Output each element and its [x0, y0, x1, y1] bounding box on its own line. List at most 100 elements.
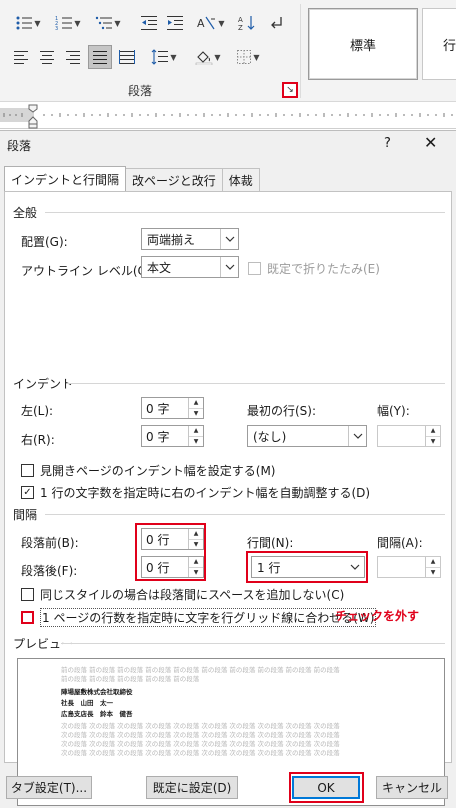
- outline-level-select[interactable]: 本文: [141, 256, 239, 278]
- preview-prev-para-2: 前の段落 前の段落 前の段落 前の段落 前の段落: [61, 675, 200, 683]
- style-normal[interactable]: 標準: [308, 8, 418, 80]
- align-center-button[interactable]: [36, 46, 58, 68]
- line-spacing-label: 行間(N):: [247, 536, 294, 550]
- preview-sample-3: 広島支店長 鈴本 健吾: [61, 710, 133, 718]
- outline-level-value: 本文: [147, 260, 172, 275]
- cancel-button[interactable]: キャンセル: [376, 776, 448, 799]
- spinner-buttons[interactable]: ▲ ▼: [425, 426, 440, 446]
- align-right-button[interactable]: [62, 46, 84, 68]
- checkbox-box: [21, 464, 34, 477]
- preview-divider: [61, 643, 445, 644]
- multilevel-list-button[interactable]: ▼: [90, 12, 126, 34]
- preview-next-para-3: 次の段落 次の段落 次の段落 次の段落 次の段落 次の段落 次の段落 次の段落 …: [61, 740, 340, 748]
- asian-layout-icon: A: [197, 16, 216, 30]
- distributed-button[interactable]: [116, 46, 138, 68]
- tab-line-page-breaks[interactable]: 改ページと改行: [125, 168, 223, 191]
- indent-left-spinner[interactable]: 0 字 ▲ ▼: [141, 397, 204, 419]
- justify-button[interactable]: [88, 45, 112, 69]
- spinner-buttons[interactable]: ▲ ▼: [188, 426, 203, 446]
- align-left-icon: [14, 51, 28, 64]
- decrease-indent-button[interactable]: [138, 12, 160, 34]
- spacing-divider: [45, 514, 445, 515]
- sort-icon: AZ: [238, 16, 255, 31]
- spin-down-icon[interactable]: ▼: [426, 568, 440, 578]
- alignment-select[interactable]: 両端揃え: [141, 228, 239, 250]
- spacing-at-spinner[interactable]: ▲ ▼: [377, 556, 441, 578]
- spinner-buttons[interactable]: ▲ ▼: [425, 557, 440, 577]
- spin-up-icon[interactable]: ▲: [426, 557, 440, 568]
- numbering-button[interactable]: 1 2 3 ▼: [50, 12, 86, 34]
- tab-panel: 全般 配置(G): 両端揃え アウトライン レベル(O): 本文 既定で折りたた…: [4, 191, 452, 806]
- alignment-label: 配置(G):: [21, 235, 68, 249]
- spin-down-icon[interactable]: ▼: [189, 409, 203, 419]
- align-center-icon: [40, 51, 54, 64]
- checkbox-box: [248, 262, 261, 275]
- first-line-value: (なし): [253, 429, 287, 444]
- general-divider: [45, 212, 445, 213]
- spacing-highlight-frame: [135, 523, 206, 581]
- indent-width-spinner[interactable]: ▲ ▼: [377, 425, 441, 447]
- preview-next-para-4: 次の段落 次の段落 次の段落 次の段落 次の段落 次の段落 次の段落 次の段落 …: [61, 749, 340, 757]
- svg-text:Z: Z: [238, 24, 243, 31]
- chevron-down-icon: [220, 257, 238, 277]
- outline-level-label: アウトライン レベル(O):: [21, 264, 156, 278]
- close-button[interactable]: ✕: [424, 133, 437, 152]
- help-button[interactable]: ?: [384, 136, 391, 151]
- borders-button[interactable]: ▼: [230, 46, 266, 68]
- enter-mark-icon: [271, 17, 282, 29]
- snap-to-grid-checkbox[interactable]: 1 ページの行数を指定時に文字を行グリッド線に合わせる(W): [21, 608, 377, 627]
- justify-icon: [93, 51, 107, 64]
- asian-layout-button[interactable]: A ▼: [194, 12, 228, 34]
- ribbon-separator: [300, 4, 301, 98]
- preview-sample-2: 社長 山田 太一: [61, 699, 113, 707]
- increase-indent-button[interactable]: [164, 12, 186, 34]
- svg-text:3: 3: [55, 26, 58, 31]
- indent-right-spinner[interactable]: 0 字 ▲ ▼: [141, 425, 204, 447]
- spin-up-icon[interactable]: ▲: [189, 398, 203, 409]
- tab-asian-typography[interactable]: 体裁: [221, 168, 260, 191]
- tab-indents-spacing[interactable]: インデントと行間隔: [4, 166, 127, 191]
- indent-right-value: 0 字: [146, 429, 170, 444]
- style-next[interactable]: 行: [422, 8, 456, 80]
- auto-adjust-indent-checkbox[interactable]: ✓ 1 行の文字数を指定時に右のインデント幅を自動調整する(D): [21, 484, 370, 501]
- spin-up-icon[interactable]: ▲: [426, 426, 440, 437]
- bullets-icon: [16, 16, 33, 30]
- mirror-indents-label: 見開きページのインデント幅を設定する(M): [40, 464, 276, 478]
- shading-button[interactable]: ▼: [190, 46, 226, 68]
- preview-sample-1: 陣場屋敷株式会社取締役: [61, 688, 133, 696]
- spin-down-icon[interactable]: ▼: [189, 437, 203, 447]
- first-line-select[interactable]: (なし): [247, 425, 367, 447]
- collapsed-by-default-checkbox[interactable]: 既定で折りたたみ(E): [248, 260, 380, 277]
- indent-right-label: 右(R):: [21, 433, 55, 447]
- spinner-buttons[interactable]: ▲ ▼: [188, 398, 203, 418]
- set-as-default-button[interactable]: 既定に設定(D): [146, 776, 238, 799]
- checkbox-box: [21, 611, 34, 624]
- space-after-label: 段落後(F):: [21, 564, 78, 578]
- mirror-indents-checkbox[interactable]: 見開きページのインデント幅を設定する(M): [21, 462, 275, 479]
- svg-text:A: A: [238, 16, 243, 24]
- preview-next-para-2: 次の段落 次の段落 次の段落 次の段落 次の段落 次の段落 次の段落 次の段落 …: [61, 731, 340, 739]
- sort-button[interactable]: AZ: [236, 12, 258, 34]
- dialog-launcher-icon[interactable]: ↘: [282, 82, 298, 98]
- no-space-same-style-checkbox[interactable]: 同じスタイルの場合は段落間にスペースを追加しない(C): [21, 586, 344, 603]
- indent-left-value: 0 字: [146, 401, 170, 416]
- align-left-button[interactable]: [10, 46, 32, 68]
- tab-strip: インデントと行間隔 改ページと改行 体裁: [4, 166, 260, 191]
- spin-down-icon[interactable]: ▼: [426, 437, 440, 447]
- line-spacing-highlight-frame: [246, 551, 368, 583]
- ok-highlight-frame: [289, 772, 364, 803]
- bullets-button[interactable]: ▼: [10, 12, 46, 34]
- show-formatting-button[interactable]: [264, 12, 288, 34]
- general-section-label: 全般: [13, 206, 38, 220]
- chevron-down-icon: [348, 426, 366, 446]
- paragraph-group-label: 段落: [128, 84, 153, 98]
- indent-divider: [67, 383, 445, 384]
- snap-to-grid-label: 1 ページの行数を指定時に文字を行グリッド線に合わせる(W): [40, 608, 377, 627]
- spin-up-icon[interactable]: ▲: [189, 426, 203, 437]
- line-spacing-button[interactable]: ▼: [146, 46, 182, 68]
- tabs-button[interactable]: タブ設定(T)...: [6, 776, 92, 799]
- decrease-indent-icon: [141, 16, 157, 30]
- spacing-at-label: 間隔(A):: [377, 536, 423, 550]
- auto-adjust-indent-label: 1 行の文字数を指定時に右のインデント幅を自動調整する(D): [40, 486, 371, 500]
- borders-icon: [237, 50, 252, 64]
